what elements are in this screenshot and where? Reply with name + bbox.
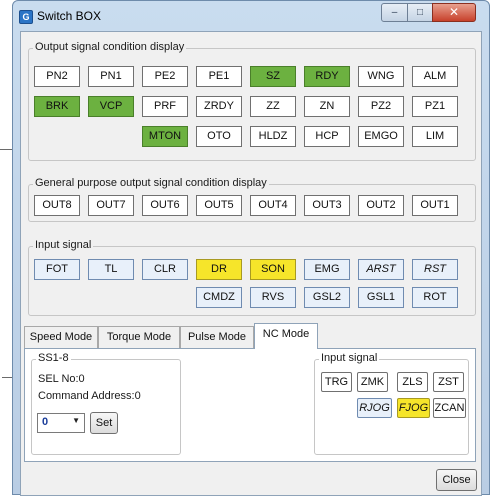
switch-box-window: G Switch BOX – □ ✕ Output signal conditi… — [12, 0, 490, 496]
nc-mode-panel: SS1-8 SEL No:0 Command Address:0 0 ▼ Set… — [24, 348, 476, 462]
chevron-down-icon: ▼ — [72, 416, 80, 425]
output-signal-lim: LIM — [412, 126, 458, 147]
background-connector-stub — [0, 149, 12, 150]
input-signal-cmdz[interactable]: CMDZ — [196, 287, 242, 308]
window-title: Switch BOX — [37, 9, 102, 23]
input-signal-group: Input signal FOT TL CLR DR SON EMG ARST … — [28, 239, 476, 316]
output-signal-pe2: PE2 — [142, 66, 188, 87]
output-signal-brk: BRK — [34, 96, 80, 117]
output-signal-zn: ZN — [304, 96, 350, 117]
input-zls-button[interactable]: ZLS — [397, 372, 428, 392]
input-signal-gsl1[interactable]: GSL1 — [358, 287, 404, 308]
input-signal-rvs[interactable]: RVS — [250, 287, 296, 308]
tab-nc-mode[interactable]: NC Mode — [254, 323, 318, 349]
input-signal-gsl2[interactable]: GSL2 — [304, 287, 350, 308]
close-window-button[interactable]: ✕ — [432, 3, 476, 22]
tab-pulse-mode[interactable]: Pulse Mode — [180, 326, 254, 348]
minimize-button[interactable]: – — [381, 3, 408, 22]
input-zcan-button[interactable]: ZCAN — [433, 398, 466, 418]
output-signal-oto: OTO — [196, 126, 242, 147]
input-signal-emg[interactable]: EMG — [304, 259, 350, 280]
output-signal-pn2: PN2 — [34, 66, 80, 87]
input-signal-son[interactable]: SON — [250, 259, 296, 280]
sel-no-select[interactable]: 0 ▼ — [37, 413, 85, 433]
output-signal-pn1: PN1 — [88, 66, 134, 87]
close-button[interactable]: Close — [436, 469, 477, 491]
input-signal-rot[interactable]: ROT — [412, 287, 458, 308]
input-signal-arst[interactable]: ARST — [358, 259, 404, 280]
input-signal-fot[interactable]: FOT — [34, 259, 80, 280]
ss-group-legend: SS1-8 — [36, 352, 71, 364]
output-signal-zz: ZZ — [250, 96, 296, 117]
general-output-group: General purpose output signal condition … — [28, 177, 476, 222]
output-signal-mton: MTON — [142, 126, 188, 147]
input-zmk-button[interactable]: ZMK — [357, 372, 388, 392]
general-output-out5: OUT5 — [196, 195, 242, 216]
input-signal-legend: Input signal — [33, 239, 94, 251]
sel-no-label: SEL No:0 — [38, 373, 85, 385]
tab-torque-mode[interactable]: Torque Mode — [98, 326, 180, 348]
sel-no-select-value: 0 — [42, 416, 49, 428]
output-signal-wng: WNG — [358, 66, 404, 87]
general-output-legend: General purpose output signal condition … — [33, 177, 269, 189]
output-signal-hldz: HLDZ — [250, 126, 296, 147]
input-trg-button[interactable]: TRG — [321, 372, 352, 392]
output-signal-prf: PRF — [142, 96, 188, 117]
general-output-out8: OUT8 — [34, 195, 80, 216]
output-signal-rdy: RDY — [304, 66, 350, 87]
output-signal-emgo: EMGO — [358, 126, 404, 147]
set-button[interactable]: Set — [90, 412, 118, 434]
nc-input-signal-legend: Input signal — [319, 352, 380, 364]
output-signal-pz1: PZ1 — [412, 96, 458, 117]
general-output-out7: OUT7 — [88, 195, 134, 216]
output-signal-zrdy: ZRDY — [196, 96, 242, 117]
maximize-button[interactable]: □ — [407, 3, 433, 22]
output-signal-alm: ALM — [412, 66, 458, 87]
nc-input-signal-group: Input signal TRG ZMK ZLS ZST RJOG FJOG Z… — [314, 352, 469, 455]
ss-group: SS1-8 SEL No:0 Command Address:0 0 ▼ Set — [31, 352, 181, 455]
app-icon: G — [19, 10, 33, 24]
output-signal-legend: Output signal condition display — [33, 41, 187, 53]
general-output-out4: OUT4 — [250, 195, 296, 216]
output-signal-vcp: VCP — [88, 96, 134, 117]
output-signal-hcp: HCP — [304, 126, 350, 147]
command-address-label: Command Address:0 — [38, 390, 141, 402]
output-signal-pz2: PZ2 — [358, 96, 404, 117]
output-signal-pe1: PE1 — [196, 66, 242, 87]
input-signal-dr[interactable]: DR — [196, 259, 242, 280]
output-signal-sz: SZ — [250, 66, 296, 87]
input-fjog-button[interactable]: FJOG — [397, 398, 430, 418]
output-signal-group: Output signal condition display PN2 PN1 … — [28, 41, 476, 161]
general-output-out6: OUT6 — [142, 195, 188, 216]
input-signal-tl[interactable]: TL — [88, 259, 134, 280]
title-bar[interactable]: G Switch BOX – □ ✕ — [13, 1, 489, 29]
background-connector-stub — [2, 377, 12, 378]
general-output-out1: OUT1 — [412, 195, 458, 216]
tab-speed-mode[interactable]: Speed Mode — [24, 326, 98, 348]
input-signal-clr[interactable]: CLR — [142, 259, 188, 280]
window-client-area: Output signal condition display PN2 PN1 … — [20, 31, 482, 496]
input-rjog-button[interactable]: RJOG — [357, 398, 392, 418]
input-zst-button[interactable]: ZST — [433, 372, 464, 392]
general-output-out3: OUT3 — [304, 195, 350, 216]
general-output-out2: OUT2 — [358, 195, 404, 216]
input-signal-rst[interactable]: RST — [412, 259, 458, 280]
